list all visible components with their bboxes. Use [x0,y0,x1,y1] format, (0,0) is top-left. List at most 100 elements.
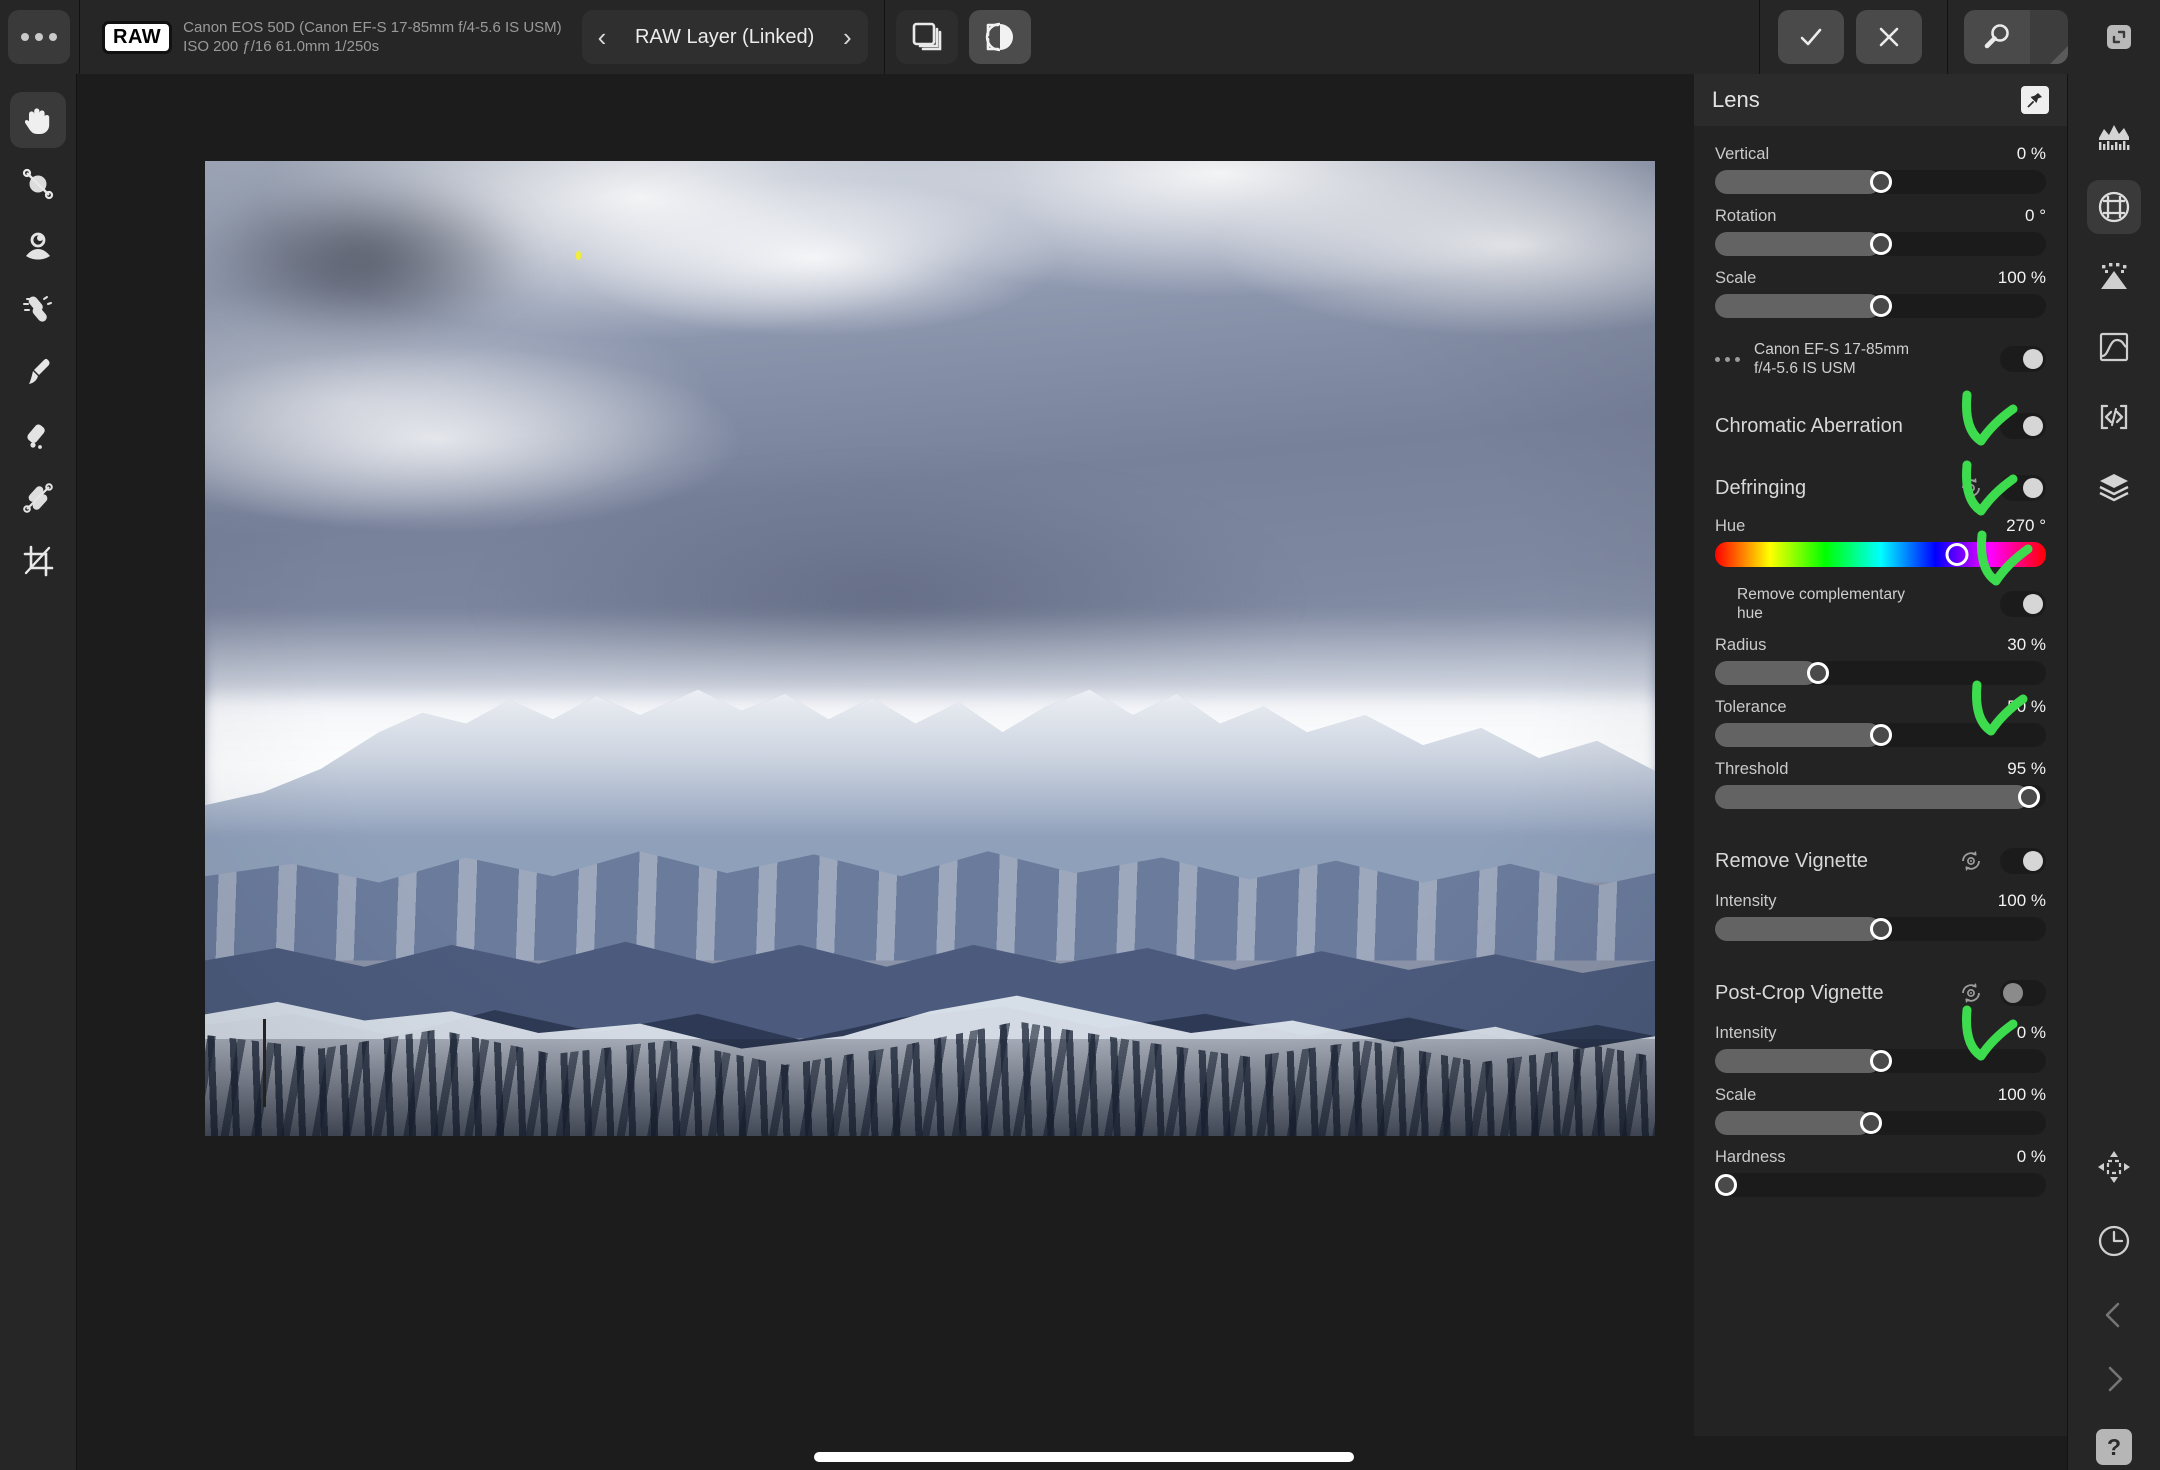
slider-knob[interactable] [1869,171,1892,193]
reset-remove-vignette-button[interactable] [1958,848,1984,874]
slider-knob[interactable] [1869,1050,1892,1072]
brush-tool-button[interactable] [10,344,66,400]
slider-knob[interactable] [1869,295,1892,317]
remove-complementary-hue-row[interactable]: Remove complementary hue [1715,585,2046,623]
lens-profile-row[interactable]: Canon EF-S 17-85mm f/4-5.6 IS USM [1715,340,2046,378]
portrait-retouch-tool-button[interactable] [10,218,66,274]
slider-fill [1715,661,1818,685]
eraser-tool-button[interactable] [10,407,66,463]
eraser-icon [27,424,45,449]
before-after-compare-button[interactable] [968,10,1031,64]
defringing-toggle[interactable] [2000,475,2046,501]
zoom-options-button[interactable] [2030,10,2068,64]
vertical-value: 0 % [2016,144,2046,163]
tolerance-slider[interactable] [1715,723,2046,747]
slider-fill [1715,170,1881,194]
pin-panel-button[interactable] [2021,86,2049,114]
hand-tool-button[interactable] [10,92,66,148]
hue-slider-knob[interactable] [1945,543,1969,566]
threshold-slider[interactable] [1715,785,2046,809]
remove-vignette-row[interactable]: Remove Vignette [1715,843,2046,879]
move-arrows-icon [2098,1151,2130,1183]
chromatic-aberration-row[interactable]: Chromatic Aberration [1715,408,2046,444]
undo-button[interactable] [2087,1288,2141,1342]
remove-vignette-label: Remove Vignette [1715,849,1869,872]
radius-slider[interactable] [1715,661,2046,685]
layer-next-button[interactable]: › [843,24,852,50]
zoom-control-group[interactable] [1964,10,2068,64]
rotation-slider[interactable] [1715,232,2046,256]
cloud-shadow-left [205,161,611,376]
lens-profile-options-button[interactable] [1715,356,1740,362]
remove-vignette-toggle[interactable] [2000,848,2046,874]
dot [1735,356,1740,362]
clone-tool-button[interactable] [10,155,66,211]
slider-knob[interactable] [1806,662,1829,684]
home-indicator [814,1452,1354,1462]
crop-tool-button[interactable] [10,533,66,589]
post-crop-hardness-row-label: Hardness 0 % [1715,1147,2046,1167]
remove-complementary-hue-toggle[interactable] [2000,591,2046,617]
develop-code-panel-button[interactable] [2087,390,2141,444]
blemish-removal-tool-button[interactable] [10,281,66,337]
defringing-row[interactable]: Defringing [1715,470,2046,506]
more-options-button[interactable] [8,10,70,64]
reset-gear-icon [1962,478,1980,498]
post-crop-scale-slider[interactable] [1715,1111,2046,1135]
slider-knob[interactable] [1869,724,1892,746]
reset-defringing-button[interactable] [1958,475,1984,501]
slider-knob[interactable] [1869,918,1892,940]
patch-tool-button[interactable] [10,470,66,526]
crop-icon [23,545,54,577]
metadata-camera-line: Canon EOS 50D (Canon EF-S 17-85mm f/4-5.… [183,19,562,36]
blemish-icon [23,296,52,322]
threshold-value: 95 % [2007,759,2046,778]
zoom-tool-button[interactable] [1964,10,2030,64]
slider-knob[interactable] [1869,233,1892,255]
top-toolbar: RAW Canon EOS 50D (Canon EF-S 17-85mm f/… [0,0,2160,74]
details-panel-button[interactable] [2087,250,2141,304]
compare-split-icon [985,22,1013,52]
hue-slider[interactable] [1715,542,2046,567]
scale-slider[interactable] [1715,294,2046,318]
post-crop-vignette-toggle[interactable] [2000,980,2046,1006]
layer-prev-button[interactable]: ‹ [598,24,607,50]
post-crop-intensity-slider[interactable] [1715,1049,2046,1073]
cancel-button[interactable] [1856,10,1922,64]
chromatic-aberration-toggle[interactable] [2000,413,2046,439]
panel-title: Lens [1712,87,1760,112]
lens-profile-toggle[interactable] [2000,346,2046,372]
slider-fill [1715,723,1881,747]
photo-canvas[interactable] [205,161,1655,1136]
lens-panel-button[interactable] [2087,180,2141,234]
histogram-panel-button[interactable] [2087,110,2141,164]
apply-button[interactable] [1778,10,1844,64]
canvas-area[interactable] [77,74,1694,1470]
layers-panel-button[interactable] [2087,460,2141,514]
post-crop-hardness-slider[interactable] [1715,1173,2046,1197]
vertical-slider[interactable] [1715,170,2046,194]
toggle-knob [2023,851,2043,871]
top-right-actions [1750,0,2160,74]
history-tool-button[interactable] [2087,1214,2141,1268]
panel-body[interactable]: Vertical 0 % Rotation 0 ° Scale 100 % Ca… [1694,126,2067,1436]
help-button[interactable]: ? [2096,1429,2132,1465]
transform-tool-button[interactable] [2087,1140,2141,1194]
expand-fullscreen-button[interactable] [2092,10,2146,64]
remove-complementary-hue-line2: hue [1737,605,1763,622]
slider-knob[interactable] [2018,786,2041,808]
tone-curve-panel-button[interactable] [2087,320,2141,374]
layer-navigator[interactable]: ‹ RAW Layer (Linked) › [581,10,868,64]
remove-vignette-intensity-slider[interactable] [1715,917,2046,941]
post-crop-vignette-row[interactable]: Post-Crop Vignette [1715,975,2046,1011]
details-icon [2101,263,2127,289]
reset-post-crop-vignette-button[interactable] [1958,980,1984,1006]
redo-button[interactable] [2087,1352,2141,1406]
clone-icon [22,168,54,200]
slider-knob[interactable] [1859,1112,1882,1134]
scale-label: Scale [1715,269,1757,287]
post-crop-intensity-row-label: Intensity 0 % [1715,1023,2046,1043]
toggle-knob [2023,478,2043,498]
layer-stack-button[interactable] [895,10,958,64]
slider-knob[interactable] [1715,1174,1737,1196]
